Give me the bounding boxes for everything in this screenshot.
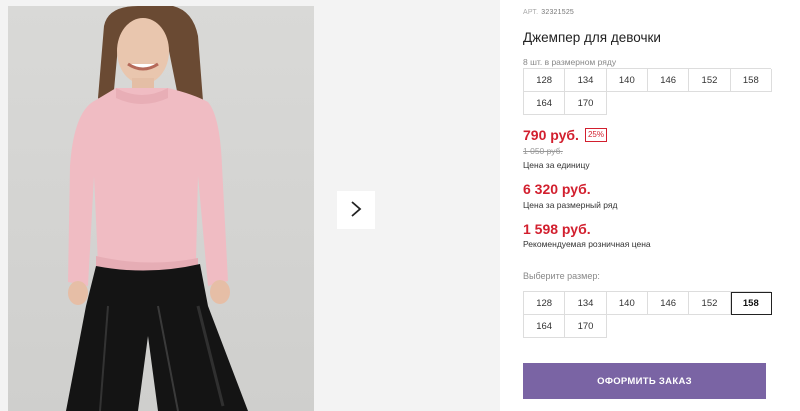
pack-size-cell: 134: [565, 69, 607, 92]
price-row: 790 руб. 25%: [523, 127, 607, 143]
set-price-label: Цена за размерный ряд: [523, 200, 618, 210]
size-option[interactable]: 140: [606, 292, 648, 315]
size-option[interactable]: 134: [565, 292, 607, 315]
product-gallery: [0, 0, 500, 411]
pack-size-cell: 170: [565, 92, 607, 115]
gallery-next-button[interactable]: [337, 191, 375, 229]
product-info-panel: АРТ. 32321525 Джемпер для девочки 8 шт. в…: [523, 0, 773, 411]
old-price: 1 050 руб.: [523, 146, 563, 156]
pack-note: 8 шт. в размерном ряду: [523, 57, 617, 67]
pack-sizes-grid: 128 134 140 146 152 158 164 170: [523, 68, 772, 115]
size-selector: 128 134 140 146 152 158 164 170: [523, 291, 772, 338]
set-price: 6 320 руб.: [523, 181, 591, 197]
product-title: Джемпер для девочки: [523, 30, 661, 45]
product-sku: АРТ. 32321525: [523, 9, 574, 16]
pack-size-cell: 152: [689, 69, 731, 92]
order-button[interactable]: ОФОРМИТЬ ЗАКАЗ: [523, 363, 766, 399]
size-option[interactable]: 152: [689, 292, 731, 315]
pack-size-cell: 140: [606, 69, 648, 92]
retail-price: 1 598 руб.: [523, 221, 591, 237]
unit-price-label: Цена за единицу: [523, 160, 590, 170]
discount-badge: 25%: [584, 128, 607, 142]
retail-price-label: Рекомендуемая розничная цена: [523, 239, 651, 249]
size-option[interactable]: 164: [524, 315, 566, 338]
size-option[interactable]: 170: [565, 315, 607, 338]
sku-label: АРТ.: [523, 9, 539, 16]
size-option[interactable]: 128: [524, 292, 566, 315]
chevron-right-icon: [350, 200, 362, 221]
product-photo: [8, 6, 314, 411]
unit-price: 790 руб.: [523, 127, 579, 143]
pack-size-cell: 158: [730, 69, 772, 92]
size-option[interactable]: 146: [647, 292, 690, 315]
choose-size-label: Выберите размер:: [523, 271, 600, 281]
pack-size-cell: 146: [647, 69, 690, 92]
sku-value: 32321525: [541, 9, 575, 16]
pack-size-cell: 128: [524, 69, 566, 92]
pack-size-cell: 164: [524, 92, 566, 115]
size-option-selected[interactable]: 158: [730, 292, 772, 315]
